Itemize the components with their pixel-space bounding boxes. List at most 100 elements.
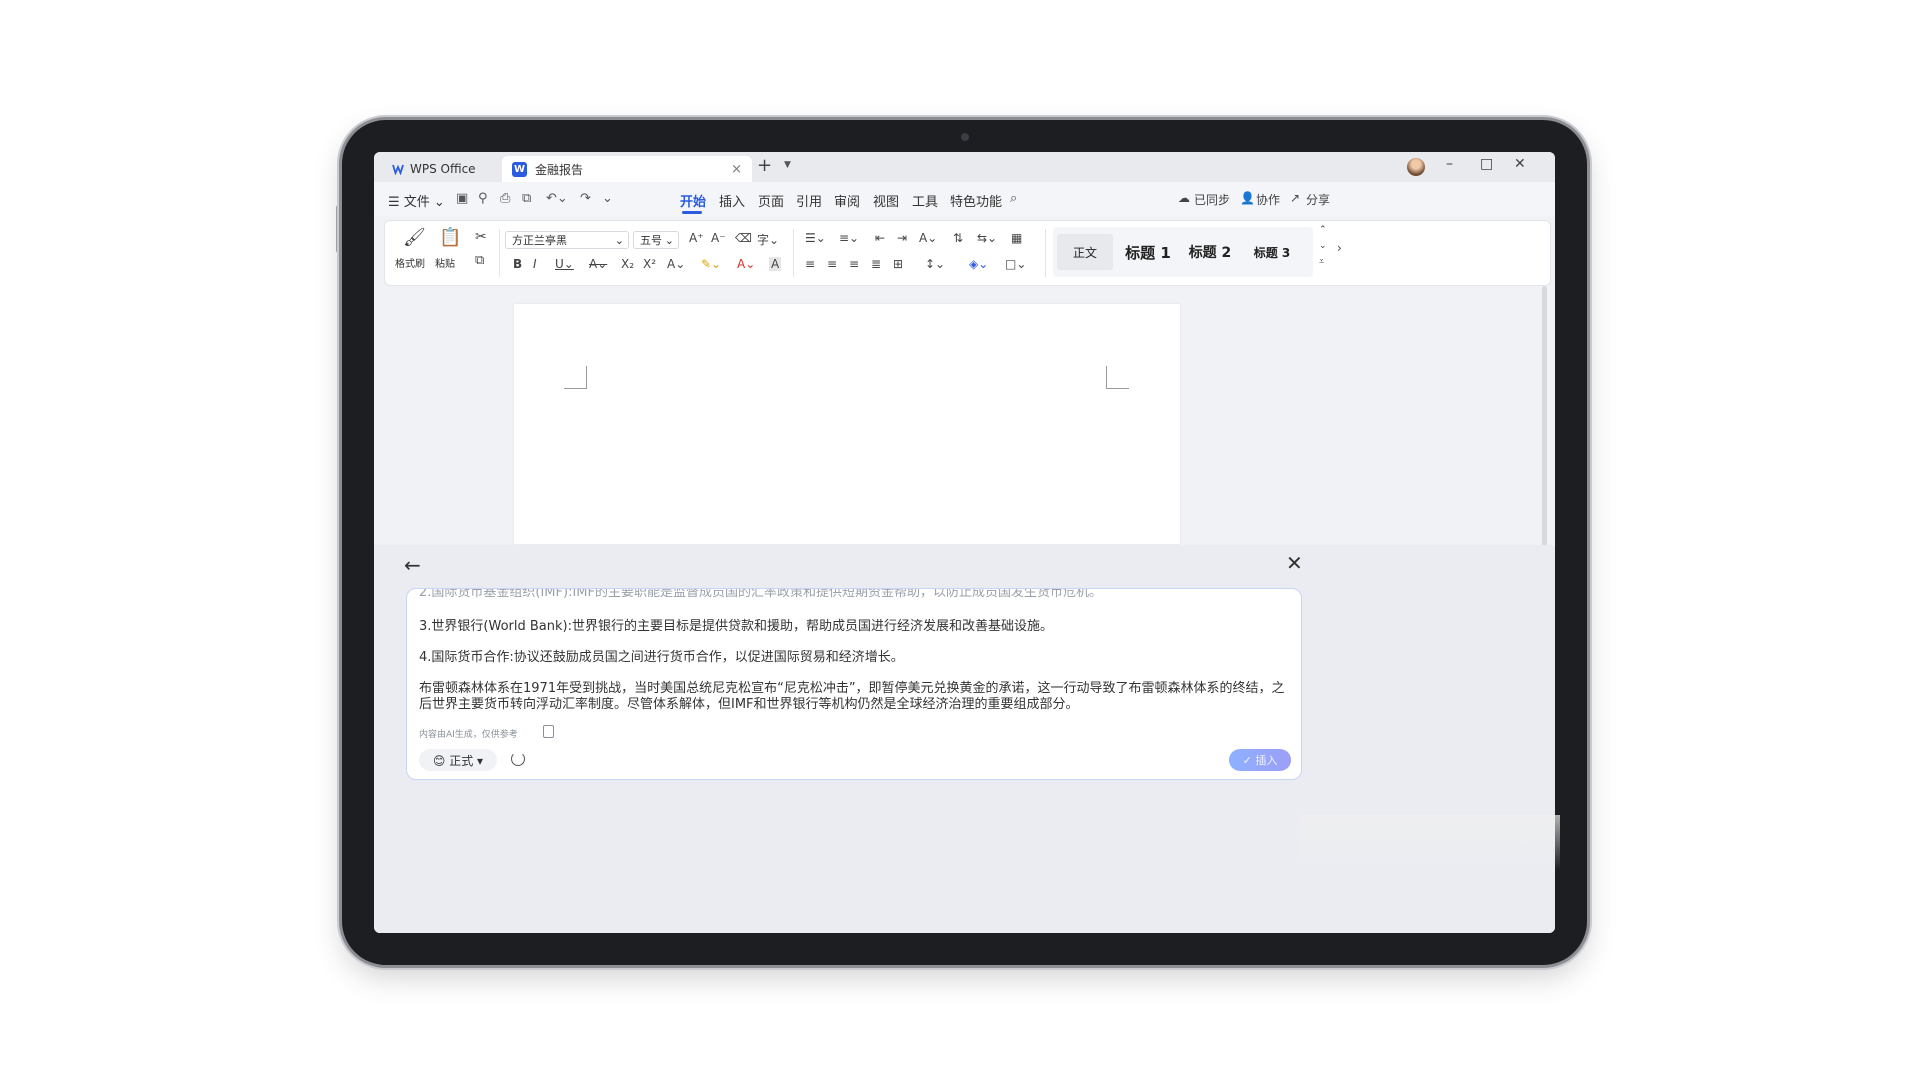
share-button[interactable]: 分享	[1306, 191, 1330, 208]
ai-result-card: 2.国际货币基金组织(IMF):IMF的主要职能是监督成员国的汇率政策和提供短期…	[406, 588, 1302, 780]
cloud-sync-icon: ☁	[1178, 191, 1190, 205]
word-doc-icon: W	[512, 161, 527, 177]
margin-corner-right	[1106, 366, 1129, 389]
style-gallery: 正文 标题 1 标题 2 标题 3	[1053, 227, 1313, 277]
font-name-select[interactable]: 方正兰亭黑 ⌄	[505, 231, 629, 249]
border-icon[interactable]: □⌄	[1005, 257, 1026, 271]
collaborate-button[interactable]: 协作	[1256, 191, 1280, 208]
print-icon[interactable]: ⎙	[500, 191, 510, 206]
strikethrough-icon[interactable]: A⌄	[589, 257, 607, 271]
paste-icon[interactable]: 📋	[439, 227, 461, 248]
new-tab-button[interactable]: +	[757, 155, 772, 176]
sync-status[interactable]: 已同步	[1194, 191, 1230, 208]
tab-view[interactable]: 视图	[873, 191, 899, 210]
bullet-list-icon[interactable]: ☰⌄	[805, 231, 826, 245]
underline-icon[interactable]: U⌄	[555, 257, 574, 271]
clear-format-icon[interactable]: ⌫	[735, 231, 752, 245]
show-hide-icon[interactable]: ⇆⌄	[977, 231, 997, 245]
char-shading-icon[interactable]: A	[769, 257, 782, 271]
font-size-value: 五号	[640, 234, 662, 247]
paste-label[interactable]: 粘贴	[435, 255, 455, 270]
superscript-icon[interactable]: X²	[643, 257, 656, 271]
text-direction-icon[interactable]: A⌄	[919, 231, 937, 245]
tab-wps-office[interactable]: WPS Office	[382, 156, 508, 182]
user-avatar[interactable]	[1407, 158, 1425, 176]
copy-icon[interactable]: ⧉	[475, 253, 484, 268]
quick-access-dropdown-icon[interactable]: ⌄	[602, 191, 613, 206]
tab-wps-label: WPS Office	[410, 162, 476, 176]
text-effect-icon[interactable]: A⌄	[667, 257, 685, 271]
style-scroll-down-icon[interactable]: ⌄	[1319, 241, 1327, 251]
window-close-button[interactable]: ✕	[1514, 156, 1526, 172]
style-heading-2[interactable]: 标题 2	[1181, 234, 1239, 270]
ribbon-toolbar: 🖌 格式刷 📋 粘贴 ✂ ⧉ 方正兰亭黑 ⌄ 五号 ⌄ A⁺ A⁻ ⌫ 字⌄ B…	[384, 220, 1551, 286]
align-left-icon[interactable]: ≡	[805, 257, 815, 271]
line-spacing-icon[interactable]: ↕⌄	[925, 257, 945, 271]
tab-document-label: 金融报告	[535, 162, 584, 177]
ribbon-separator	[793, 229, 794, 277]
shading-icon[interactable]: ◈⌄	[969, 257, 988, 271]
new-tab-dropdown-icon[interactable]: ▼	[784, 160, 791, 170]
align-center-icon[interactable]: ≡	[827, 257, 837, 271]
maximize-button[interactable]: □	[1480, 156, 1493, 172]
ai-disclaimer: 内容由AI生成，仅供参考	[419, 730, 518, 740]
distribute-icon[interactable]: ⊞	[893, 257, 903, 271]
redo-icon[interactable]: ↷	[580, 191, 591, 206]
font-size-select[interactable]: 五号 ⌄	[633, 231, 679, 249]
undo-icon[interactable]: ↶⌄	[546, 191, 568, 206]
print-preview-icon[interactable]: ⧉	[522, 191, 531, 206]
tab-close-icon[interactable]: ×	[731, 162, 742, 177]
decrease-indent-icon[interactable]: ⇤	[875, 231, 885, 245]
tab-home[interactable]: 开始	[680, 191, 706, 210]
tab-page[interactable]: 页面	[758, 191, 784, 210]
ai-writing-panel: ← ✕ 2.国际货币基金组织(IMF):IMF的主要职能是监督成员国的汇率政策和…	[374, 545, 1555, 933]
style-heading-1[interactable]: 标题 1	[1119, 234, 1177, 270]
menu-bar: ☰ 文件 ⌄ ▣ ⚲ ⎙ ⧉ ↶⌄ ↷ ⌄ 开始 插入 页面 引用 审阅 视图 …	[374, 182, 1555, 216]
insert-button[interactable]: ✓ 插入	[1229, 749, 1291, 771]
tab-document[interactable]: W 金融报告 ×	[502, 156, 752, 182]
italic-icon[interactable]: I	[533, 257, 537, 271]
file-menu[interactable]: ☰ 文件 ⌄	[388, 191, 445, 210]
search-icon[interactable]: ⌕	[1010, 191, 1017, 206]
style-normal[interactable]: 正文	[1057, 234, 1113, 270]
panel-close-icon[interactable]: ✕	[1286, 551, 1303, 575]
style-more-icon[interactable]: ⩡	[1319, 257, 1324, 267]
font-color-icon[interactable]: A⌄	[737, 257, 755, 271]
link-icon[interactable]: ⚲	[478, 191, 488, 206]
format-painter-label[interactable]: 格式刷	[395, 255, 425, 270]
chevron-down-icon: ⌄	[664, 234, 674, 247]
increase-font-icon[interactable]: A⁺	[689, 231, 704, 245]
tab-special-features[interactable]: 特色功能	[950, 191, 1002, 210]
decrease-font-icon[interactable]: A⁻	[711, 231, 726, 245]
format-painter-icon[interactable]: 🖌	[403, 227, 426, 248]
phonetic-guide-icon[interactable]: 字⌄	[757, 231, 779, 248]
ribbon-next-icon[interactable]: ›	[1337, 241, 1342, 255]
tone-select-button[interactable]: 😊 正式 ▾	[419, 749, 497, 771]
chevron-down-icon: ⌄	[614, 234, 624, 247]
share-icon: ↗	[1290, 191, 1301, 205]
tab-insert[interactable]: 插入	[719, 191, 745, 210]
copy-note-icon[interactable]	[543, 725, 554, 738]
increase-indent-icon[interactable]: ⇥	[897, 231, 907, 245]
highlight-icon[interactable]: ✎⌄	[701, 257, 721, 271]
table-grid-icon[interactable]: ▦	[1011, 231, 1022, 245]
bold-icon[interactable]: B	[513, 257, 522, 271]
back-arrow-icon[interactable]: ←	[404, 553, 421, 577]
cut-icon[interactable]: ✂	[475, 229, 487, 245]
active-tab-indicator	[682, 211, 702, 214]
save-icon[interactable]: ▣	[456, 191, 468, 206]
document-page[interactable]	[514, 304, 1180, 544]
tab-references[interactable]: 引用	[796, 191, 822, 210]
numbered-list-icon[interactable]: ≡⌄	[839, 231, 859, 245]
tab-review[interactable]: 审阅	[834, 191, 860, 210]
tab-tools[interactable]: 工具	[912, 191, 938, 210]
minimize-button[interactable]: –	[1446, 156, 1453, 172]
regenerate-icon[interactable]	[511, 752, 525, 766]
vertical-scrollbar[interactable]	[1542, 286, 1547, 546]
subscript-icon[interactable]: X₂	[621, 257, 634, 271]
style-scroll-up-icon[interactable]: ⌃	[1319, 225, 1327, 235]
justify-icon[interactable]: ≣	[871, 257, 881, 271]
style-heading-3[interactable]: 标题 3	[1243, 234, 1301, 270]
align-right-icon[interactable]: ≡	[849, 257, 859, 271]
sort-icon[interactable]: ⇅	[953, 231, 963, 245]
